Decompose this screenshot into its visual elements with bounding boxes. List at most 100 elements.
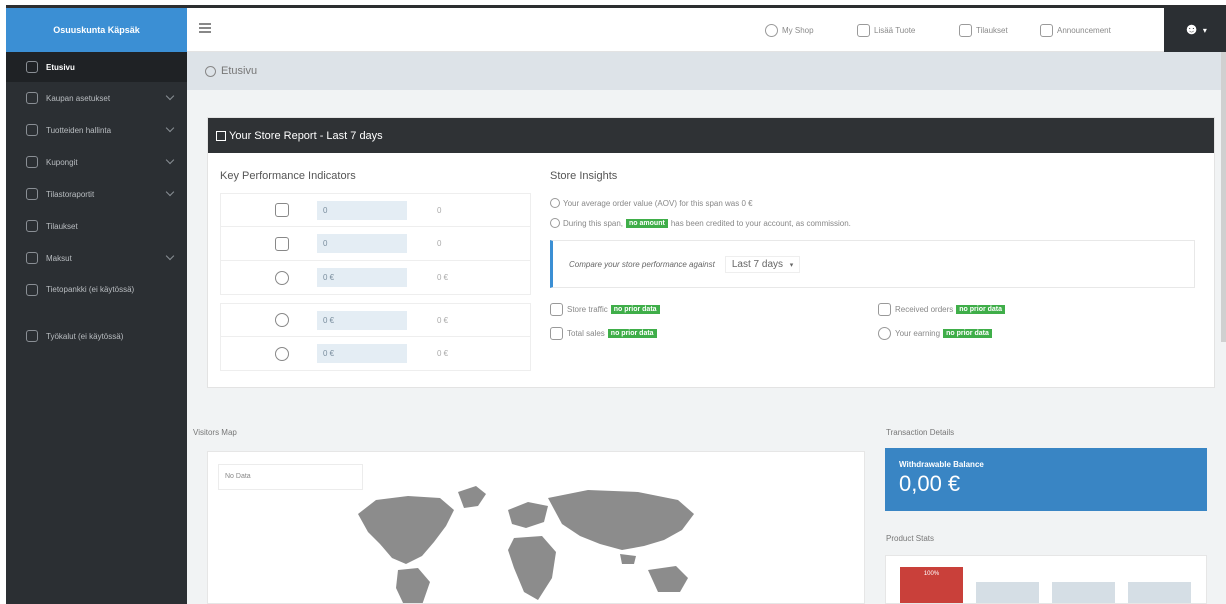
sidebar-item-label: Tilaukset (46, 221, 78, 231)
stat-label: Total sales (567, 329, 605, 338)
store-settings-icon (26, 92, 38, 104)
kpi-row: 0 0 (220, 227, 531, 261)
topnav-label: Tilaukset (976, 25, 1008, 35)
info-icon (550, 198, 560, 208)
stat-label: Store traffic (567, 305, 608, 314)
kpi-value: 0 € (317, 310, 407, 330)
orders-icon (959, 23, 972, 37)
compare-period-value: Last 7 days (731, 258, 784, 270)
topnav-label: Lisää Tuote (874, 25, 916, 35)
map-africa (508, 536, 556, 600)
product-stats-card: 100% (885, 555, 1207, 604)
status-badge: no prior data (943, 329, 992, 338)
kpi-title: Key Performance Indicators (220, 170, 356, 182)
compare-panel: Compare your store performance against L… (550, 240, 1195, 288)
sidebar-item-label: Tilastoraportit (46, 189, 95, 199)
add-product-icon (857, 23, 870, 37)
status-badge: no amount (626, 218, 668, 228)
status-badge: no prior data (607, 329, 657, 338)
topnav-announcement[interactable]: Announcement (1040, 8, 1111, 52)
topnav-label: My Shop (782, 25, 814, 35)
sidebar-item-label: Maksut (46, 253, 72, 263)
map-north-america (358, 496, 454, 564)
kpi-change: 0 (437, 239, 442, 248)
sales-icon (550, 327, 563, 340)
sidebar-item-label: Tietopankki (ei käytössä) (46, 285, 135, 294)
apple-icon (275, 313, 289, 327)
chevron-down-icon (165, 91, 175, 101)
product-bar (976, 582, 1039, 603)
traffic-icon (550, 303, 563, 316)
topnav-orders[interactable]: Tilaukset (959, 8, 1008, 52)
sidebar-item-tietopankki[interactable]: Tietopankki (ei käytössä) (6, 274, 187, 320)
medal-icon (275, 270, 289, 285)
sidebar-item-kaupan-asetukset[interactable]: Kaupan asetukset (6, 82, 187, 114)
map-south-america (396, 568, 430, 603)
sidebar-item-label: Etusivu (46, 62, 75, 72)
kpi-change: 0 € (437, 273, 449, 282)
store-report-header: Your Store Report - Last 7 days (208, 118, 1214, 153)
kpi-value: 0 € (317, 344, 407, 363)
sidebar-item-tilastoraportit[interactable]: Tilastoraportit (6, 178, 187, 210)
kpi-value: 0 (317, 234, 407, 253)
kpi-value: 0 € (317, 268, 407, 287)
map-indonesia (620, 554, 636, 564)
caret-down-icon: ▾ (789, 261, 794, 269)
kpi-row: 0 € 0 € (220, 303, 531, 337)
app-frame: Osuuskunta Käpsäk Etusivu Kaupan asetuks… (6, 8, 1226, 604)
sidebar-item-tyokalut[interactable]: Työkalut (ei käytössä) (6, 320, 187, 352)
sidebar-item-tilaukset[interactable]: Tilaukset (6, 210, 187, 242)
insight-aov-text: Your average order value (AOV) for this … (563, 198, 753, 208)
insight-commission-pre: During this span, (563, 218, 624, 228)
home-icon (205, 65, 216, 77)
sidebar-item-tuotteiden-hallinta[interactable]: Tuotteiden hallinta (6, 114, 187, 146)
stat-your-earning: Your earning no prior data (878, 327, 995, 340)
rocket-icon (275, 203, 289, 217)
user-icon: ☻ (1183, 21, 1200, 38)
compare-period-select[interactable]: Last 7 days ▾ (724, 255, 801, 273)
sidebar-item-kupongit[interactable]: Kupongit (6, 146, 187, 178)
brand-name[interactable]: Osuuskunta Käpsäk (6, 8, 187, 52)
kpi-change: 0 (437, 205, 442, 215)
sidebar-item-maksut[interactable]: Maksut (6, 242, 187, 274)
status-badge: no prior data (956, 305, 1006, 314)
stat-label: Your earning (895, 329, 941, 338)
kpi-change: 0 € (437, 315, 449, 325)
top-border (0, 0, 1226, 8)
store-insights-title: Store Insights (550, 170, 618, 182)
megaphone-icon (1040, 23, 1053, 37)
map-asia (548, 490, 694, 550)
visitors-map-title: Visitors Map (193, 428, 237, 437)
cart-icon (275, 236, 289, 251)
topnav-my-shop[interactable]: My Shop (765, 8, 814, 52)
compare-label: Compare your store performance against (569, 259, 715, 269)
balance-value: 0,00 € (899, 471, 961, 496)
kpi-value: 0 (317, 200, 407, 220)
stat-received-orders: Received orders no prior data (878, 303, 1008, 316)
insight-commission: During this span, no amount has been cre… (550, 218, 851, 228)
product-bar (1052, 582, 1115, 603)
globe-icon (765, 23, 778, 37)
reports-icon (26, 188, 38, 200)
insight-commission-post: has been credited to your account, as co… (670, 218, 851, 228)
info-icon (550, 218, 560, 228)
products-icon (26, 124, 38, 136)
earning-icon (878, 327, 891, 340)
chevron-down-icon (165, 187, 175, 197)
user-menu-button[interactable]: ☻ ▾ (1164, 8, 1226, 52)
breadcrumb-current[interactable]: Etusivu (221, 65, 257, 77)
payments-icon (26, 252, 38, 264)
scrollbar[interactable] (1221, 52, 1226, 342)
topnav-add-product[interactable]: Lisää Tuote (857, 8, 915, 52)
orders-icon (26, 220, 38, 232)
kpi-row: 0 € 0 € (220, 337, 531, 371)
stat-label: Received orders (895, 305, 954, 314)
chevron-down-icon (165, 123, 175, 133)
kpi-row: 0 € 0 € (220, 261, 531, 295)
insight-aov: Your average order value (AOV) for this … (550, 198, 753, 208)
sidebar-item-label: Tuotteiden hallinta (46, 125, 112, 135)
coupon-icon (26, 156, 38, 168)
hamburger-menu-icon[interactable] (199, 23, 211, 33)
sidebar-item-etusivu[interactable]: Etusivu (6, 52, 187, 82)
map-no-data: No Data (218, 464, 363, 490)
